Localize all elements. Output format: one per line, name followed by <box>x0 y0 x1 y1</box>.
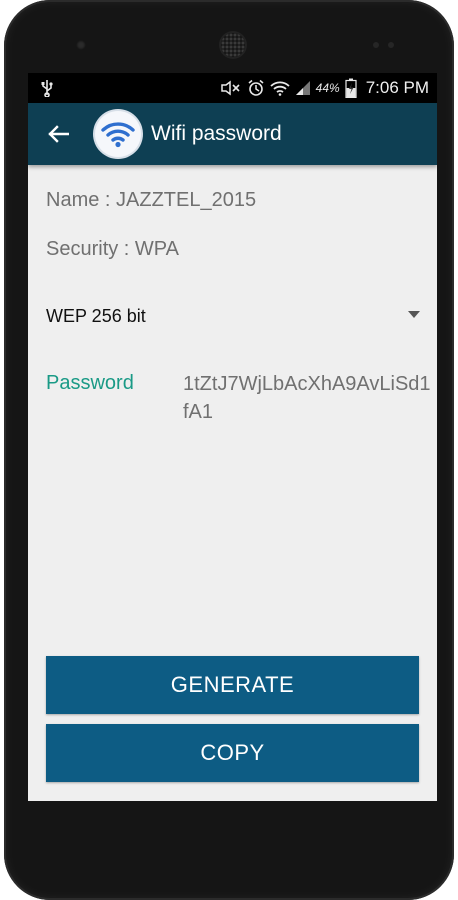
usb-icon <box>41 80 53 97</box>
key-type-selected: WEP 256 bit <box>46 305 146 326</box>
password-label: Password <box>46 372 134 394</box>
light-sensor <box>388 42 394 48</box>
front-camera <box>76 40 86 50</box>
status-clock: 7:06 PM <box>365 78 429 97</box>
app-title: Wifi password <box>151 122 282 145</box>
proximity-sensor <box>373 42 379 48</box>
app-bar: Wifi password <box>28 103 437 165</box>
battery-percent: 44% <box>315 81 340 95</box>
signal-icon <box>295 81 310 95</box>
network-security: Security : WPA <box>46 238 179 260</box>
phone-frame: 44% 7:06 PM Wifi password Name: JAZZTEL… <box>4 0 454 900</box>
mute-icon <box>220 80 240 96</box>
wifi-icon <box>270 81 290 96</box>
earpiece-speaker <box>221 33 245 57</box>
status-icons: 44% 7:06 PM <box>220 73 429 103</box>
alarm-icon <box>248 79 264 96</box>
wifi-logo-icon <box>101 122 135 148</box>
password-value: 1tZtJ7WjLbAcXhA9AvLiSd1fA1 <box>183 373 431 423</box>
copy-button[interactable]: COPY <box>46 724 419 782</box>
status-bar: 44% 7:06 PM <box>28 73 437 103</box>
app-logo <box>95 111 141 157</box>
network-name: Name : JAZZTEL_2015 <box>46 189 257 211</box>
back-arrow-icon <box>48 125 69 143</box>
generate-button[interactable]: GENERATE <box>46 656 419 714</box>
key-type-dropdown[interactable]: WEP 256 bit <box>46 299 426 333</box>
dropdown-arrow-icon <box>408 311 420 318</box>
screen: 44% 7:06 PM Wifi password Name: JAZZTEL… <box>28 73 437 801</box>
back-button[interactable] <box>44 120 72 148</box>
battery-charging-icon <box>345 78 357 98</box>
